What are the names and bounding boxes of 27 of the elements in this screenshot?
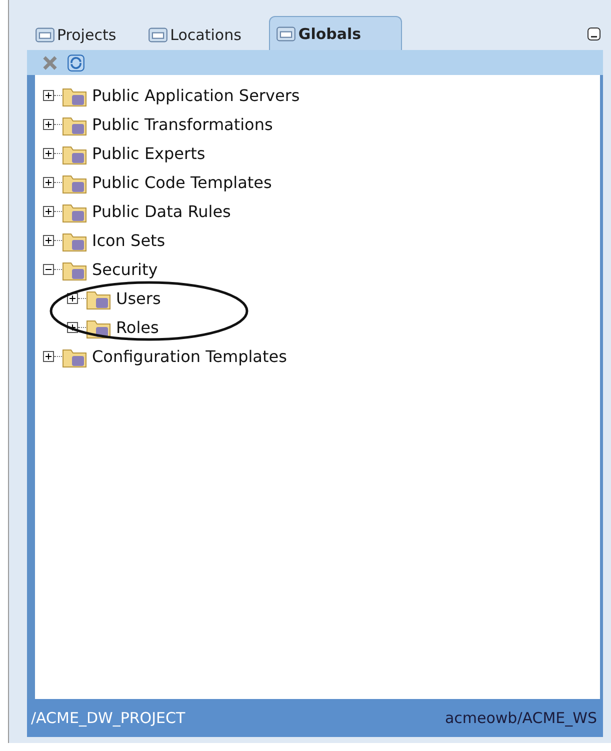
project-path: /ACME_DW_PROJECT bbox=[31, 709, 186, 727]
tab-icon bbox=[276, 24, 296, 42]
tree-item[interactable]: Public Application Servers bbox=[92, 86, 300, 105]
expander-icon[interactable] bbox=[43, 206, 54, 217]
tree-item[interactable]: Security bbox=[92, 260, 158, 279]
expander-icon[interactable] bbox=[43, 264, 54, 275]
expander-icon[interactable] bbox=[43, 177, 54, 188]
tree-item[interactable]: Public Code Templates bbox=[92, 173, 272, 192]
tab[interactable]: Globals bbox=[269, 16, 402, 50]
tree-item[interactable]: Configuration Templates bbox=[92, 347, 287, 366]
expander-icon[interactable] bbox=[43, 148, 54, 159]
workspace-name: acmeowb/ACME_WS bbox=[444, 709, 597, 727]
expander-icon[interactable] bbox=[43, 235, 54, 246]
tree-item[interactable]: Users bbox=[116, 289, 161, 308]
tab-icon bbox=[35, 26, 55, 44]
tab[interactable]: Locations bbox=[144, 20, 252, 50]
tree-item[interactable]: Public Experts bbox=[92, 144, 206, 163]
tab-icon bbox=[148, 26, 168, 44]
tree-item[interactable]: Public Transformations bbox=[92, 115, 273, 134]
expander-icon[interactable] bbox=[43, 119, 54, 130]
tree-item[interactable]: Icon Sets bbox=[92, 231, 166, 250]
expander-icon[interactable] bbox=[43, 90, 54, 101]
tab[interactable]: Projects bbox=[31, 20, 126, 50]
expander-icon[interactable] bbox=[43, 351, 54, 362]
tree-item[interactable]: Roles bbox=[116, 318, 159, 337]
refresh-icon[interactable] bbox=[67, 54, 85, 72]
tree-item[interactable]: Public Data Rules bbox=[92, 202, 231, 221]
